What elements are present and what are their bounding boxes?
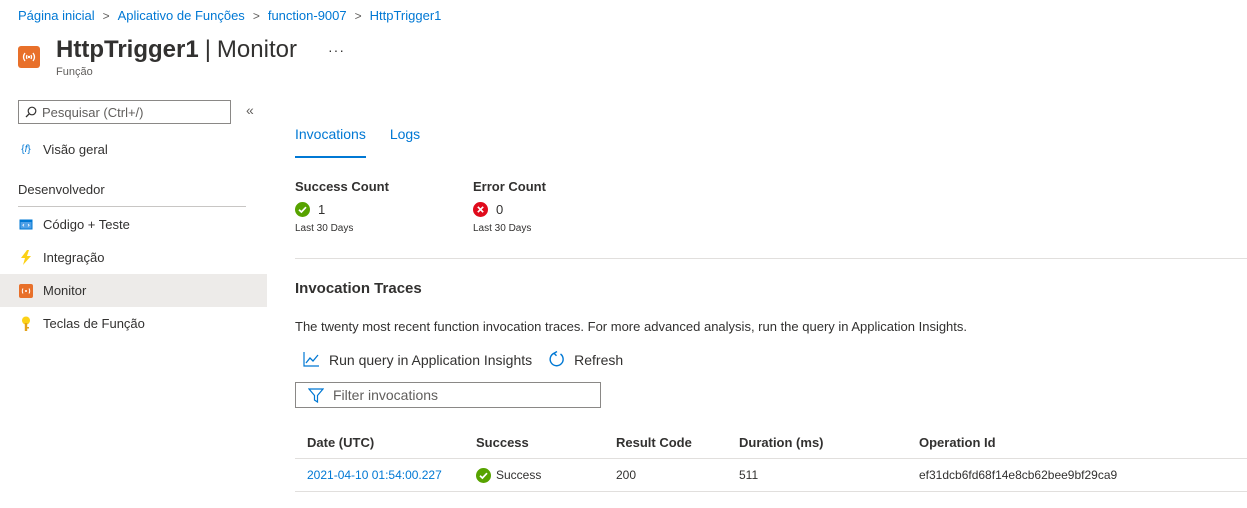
page-title-divider: | <box>204 36 211 63</box>
sidebar-item-code-test[interactable]: Código + Teste <box>0 208 267 241</box>
metric-period: Last 30 Days <box>473 223 532 234</box>
sidebar-item-label: Integração <box>43 250 105 265</box>
success-check-icon <box>295 202 310 217</box>
breadcrumb-separator: > <box>354 8 362 23</box>
tab-invocations[interactable]: Invocations <box>295 126 366 158</box>
duration-cell: 511 <box>739 468 759 482</box>
search-icon <box>25 106 37 118</box>
lightning-icon <box>18 250 34 266</box>
sidebar-item-integration[interactable]: Integração <box>0 241 267 274</box>
breadcrumb-separator: > <box>102 8 110 23</box>
breadcrumb-function-app[interactable]: Aplicativo de Funções <box>118 8 245 23</box>
metric-value: 0 <box>496 202 504 217</box>
metric-value: 1 <box>318 202 326 217</box>
table-header: Date (UTC) Success Result Code Duration … <box>295 426 1247 459</box>
sidebar-item-label: Teclas de Função <box>43 316 145 331</box>
breadcrumb-separator: > <box>252 8 260 23</box>
refresh-label: Refresh <box>574 351 624 368</box>
page-title: HttpTrigger1 | Monitor <box>56 36 297 64</box>
success-check-icon <box>476 467 491 483</box>
key-icon <box>18 316 34 332</box>
sidebar-item-monitor[interactable]: Monitor <box>0 274 267 307</box>
code-icon <box>18 217 34 233</box>
result-code-cell: 200 <box>616 468 637 482</box>
sidebar-search-input[interactable]: Pesquisar (Ctrl+/) <box>18 100 231 124</box>
error-count-metric: Error Count 0 Last 30 Days <box>473 179 546 234</box>
success-count-metric: Success Count 1 Last 30 Days <box>295 179 389 234</box>
run-query-label: Run query in Application Insights <box>329 351 533 368</box>
breadcrumb: Página inicial > Aplicativo de Funções >… <box>18 8 441 23</box>
column-header-duration[interactable]: Duration (ms) <box>739 435 919 450</box>
breadcrumb-home[interactable]: Página inicial <box>18 8 95 23</box>
collapse-sidebar-button[interactable]: « <box>246 102 254 118</box>
function-overview-icon: {f} <box>21 144 31 155</box>
breadcrumb-resource[interactable]: function-9007 <box>268 8 347 23</box>
breadcrumb-function[interactable]: HttpTrigger1 <box>370 8 442 23</box>
metric-title: Error Count <box>473 179 546 194</box>
sidebar-item-label: Monitor <box>43 283 87 298</box>
column-header-result-code[interactable]: Result Code <box>616 435 739 450</box>
invocation-traces-title: Invocation Traces <box>295 280 422 297</box>
traces-toolbar: Run query in Application Insights Refres… <box>303 351 639 368</box>
success-cell: Success <box>476 467 616 483</box>
sidebar-item-label: Código + Teste <box>43 217 130 232</box>
sidebar-section-developer: Desenvolvedor <box>18 182 105 197</box>
tab-logs[interactable]: Logs <box>390 126 420 158</box>
page-header: HttpTrigger1 | Monitor Função <box>18 36 297 78</box>
operation-id-cell: ef31dcb6fd68f14e8cb62bee9bf29ca9 <box>919 468 1118 482</box>
sidebar-item-function-keys[interactable]: Teclas de Função <box>0 307 267 340</box>
metric-period: Last 30 Days <box>295 223 354 234</box>
page-subtitle: Função <box>56 66 93 78</box>
column-header-date[interactable]: Date (UTC) <box>295 435 476 450</box>
table-row[interactable]: 2021-04-10 01:54:00.227 Success 200 511 … <box>295 459 1247 492</box>
refresh-button[interactable]: Refresh <box>548 351 623 368</box>
more-actions-button[interactable]: ··· <box>328 42 345 58</box>
page-title-section: Monitor <box>216 36 297 63</box>
tab-bar: Invocations Logs <box>295 126 444 158</box>
sidebar-item-overview[interactable]: {f} Visão geral <box>0 133 267 166</box>
filter-placeholder: Filter invocations <box>333 387 439 403</box>
metric-title: Success Count <box>295 179 389 194</box>
filter-invocations-input[interactable]: Filter invocations <box>295 382 601 408</box>
invocation-traces-description: The twenty most recent function invocati… <box>295 319 968 334</box>
line-chart-icon <box>303 352 319 367</box>
invocations-table: Date (UTC) Success Result Code Duration … <box>295 426 1247 492</box>
invocation-date-link[interactable]: 2021-04-10 01:54:00.227 <box>295 468 476 482</box>
filter-icon <box>308 387 324 403</box>
sidebar-item-label: Visão geral <box>43 142 108 157</box>
divider <box>18 206 246 207</box>
error-x-icon <box>473 202 488 217</box>
run-query-button[interactable]: Run query in Application Insights <box>303 352 532 368</box>
divider <box>295 258 1247 259</box>
monitor-resource-icon <box>18 46 40 68</box>
monitor-icon <box>18 283 34 299</box>
success-status: Success <box>496 468 542 482</box>
column-header-success[interactable]: Success <box>476 435 616 450</box>
column-header-operation-id[interactable]: Operation Id <box>919 435 1247 450</box>
search-placeholder: Pesquisar (Ctrl+/) <box>42 104 144 120</box>
refresh-icon <box>549 351 564 367</box>
page-title-main: HttpTrigger1 <box>56 36 199 63</box>
